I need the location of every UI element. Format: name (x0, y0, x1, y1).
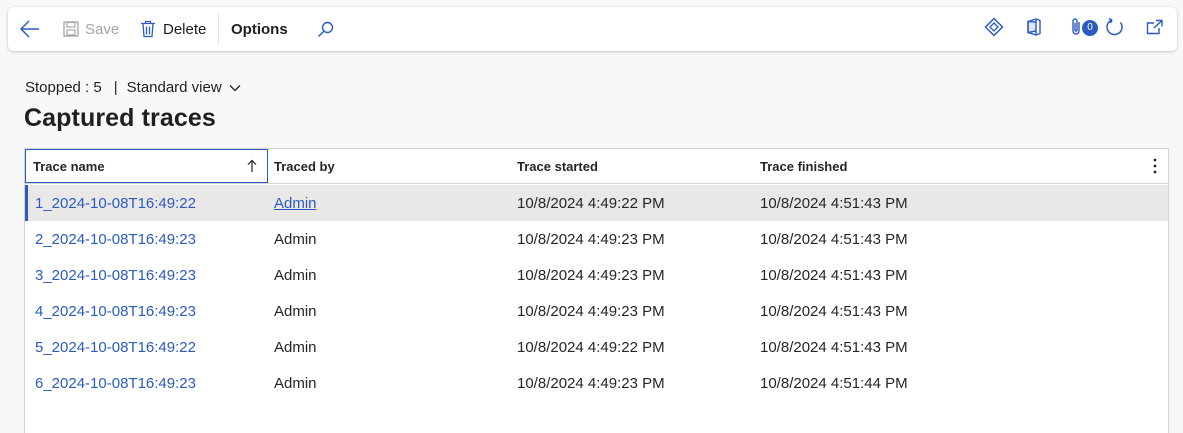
trace-finished-cell: 10/8/2024 4:51:43 PM (760, 194, 908, 212)
back-arrow-icon (20, 20, 40, 38)
view-name[interactable]: Standard view (127, 79, 222, 96)
diamond-icon (984, 16, 1004, 42)
chevron-down-icon[interactable] (229, 79, 241, 96)
trace-started-cell: 10/8/2024 4:49:23 PM (517, 302, 665, 320)
view-selector-bar: Stopped : 5 | Standard view (25, 78, 241, 96)
page-title: Captured traces (24, 104, 216, 132)
column-header-trace-started[interactable]: Trace started (517, 149, 598, 183)
traced-by-cell: Admin (274, 230, 317, 248)
column-header-trace-name[interactable]: Trace name (25, 149, 268, 183)
table-row[interactable]: 4_2024-10-08T16:49:23 Admin 10/8/2024 4:… (25, 293, 1168, 329)
grid-header: Trace name Traced by Trace started Trace… (25, 149, 1168, 184)
delete-button[interactable]: Delete (140, 7, 206, 51)
trace-status-filter[interactable]: Stopped : 5 (25, 79, 102, 96)
action-pane: Save Delete Options 0 (8, 7, 1177, 51)
traces-grid: Trace name Traced by Trace started Trace… (24, 148, 1169, 433)
trace-name-link[interactable]: 1_2024-10-08T16:49:22 (35, 185, 196, 221)
table-row[interactable]: 6_2024-10-08T16:49:23 Admin 10/8/2024 4:… (25, 365, 1168, 401)
column-header-label: Trace name (33, 158, 105, 174)
save-button[interactable]: Save (63, 7, 119, 51)
more-options-icon[interactable] (1153, 158, 1157, 179)
traced-by-link[interactable]: Admin (274, 185, 317, 221)
trace-finished-cell: 10/8/2024 4:51:43 PM (760, 266, 908, 284)
table-row[interactable]: 3_2024-10-08T16:49:23 Admin 10/8/2024 4:… (25, 257, 1168, 293)
trace-finished-cell: 10/8/2024 4:51:43 PM (760, 338, 908, 356)
options-label: Options (231, 20, 288, 38)
trace-name-link[interactable]: 4_2024-10-08T16:49:23 (35, 293, 196, 329)
trace-started-cell: 10/8/2024 4:49:22 PM (517, 338, 665, 356)
table-row[interactable]: 2_2024-10-08T16:49:23 Admin 10/8/2024 4:… (25, 221, 1168, 257)
power-platform-button[interactable] (982, 7, 1006, 51)
trace-started-cell: 10/8/2024 4:49:23 PM (517, 230, 665, 248)
trace-name-link[interactable]: 3_2024-10-08T16:49:23 (35, 257, 196, 293)
refresh-icon (1105, 17, 1125, 42)
traced-by-cell: Admin (274, 374, 317, 392)
trace-finished-cell: 10/8/2024 4:51:43 PM (760, 230, 908, 248)
refresh-button[interactable] (1103, 7, 1127, 51)
options-tab[interactable]: Options (231, 7, 288, 51)
trace-started-cell: 10/8/2024 4:49:23 PM (517, 266, 665, 284)
search-icon (317, 21, 334, 38)
office-button[interactable] (1022, 7, 1046, 51)
column-header-trace-finished[interactable]: Trace finished (760, 149, 847, 183)
back-button[interactable] (20, 7, 46, 51)
traced-by-cell: Admin (274, 338, 317, 356)
trace-name-link[interactable]: 5_2024-10-08T16:49:22 (35, 329, 196, 365)
trace-name-link[interactable]: 6_2024-10-08T16:49:23 (35, 365, 196, 401)
trace-finished-cell: 10/8/2024 4:51:44 PM (760, 374, 908, 392)
column-header-traced-by[interactable]: Traced by (274, 149, 335, 183)
traced-by-cell: Admin (274, 266, 317, 284)
trace-name-link[interactable]: 2_2024-10-08T16:49:23 (35, 221, 196, 257)
save-label: Save (85, 20, 120, 38)
sort-ascending-icon[interactable] (247, 159, 257, 176)
trace-started-cell: 10/8/2024 4:49:22 PM (517, 194, 665, 212)
table-row[interactable]: 5_2024-10-08T16:49:22 Admin 10/8/2024 4:… (25, 329, 1168, 365)
attachments-count-badge: 0 (1082, 20, 1098, 36)
open-new-window-icon (1146, 19, 1164, 40)
toolbar-divider (218, 14, 219, 44)
traced-by-cell: Admin (274, 302, 317, 320)
save-icon (63, 21, 79, 37)
trace-started-cell: 10/8/2024 4:49:23 PM (517, 374, 665, 392)
search-button[interactable] (317, 7, 334, 51)
trash-icon (140, 20, 156, 38)
view-separator: | (113, 78, 118, 96)
delete-label: Delete (163, 20, 207, 38)
table-row[interactable]: 1_2024-10-08T16:49:22 Admin 10/8/2024 4:… (25, 185, 1168, 221)
office-icon (1026, 17, 1042, 41)
open-new-window-button[interactable] (1143, 7, 1167, 51)
trace-finished-cell: 10/8/2024 4:51:43 PM (760, 302, 908, 320)
paperclip-icon (1069, 17, 1083, 42)
